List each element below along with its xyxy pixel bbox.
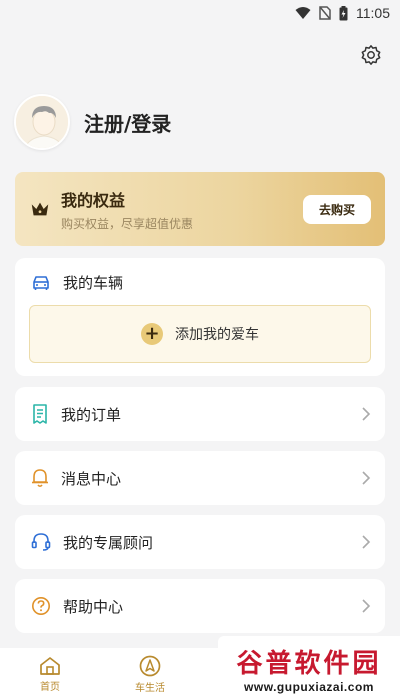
bell-icon [32, 469, 48, 488]
add-car-button[interactable]: + 添加我的爱车 [29, 305, 371, 363]
crown-icon [31, 202, 49, 216]
watermark: 谷普软件园 www.gupuxiazai.com [218, 636, 400, 700]
default-avatar-icon [16, 96, 68, 148]
watermark-title: 谷普软件园 [236, 648, 382, 679]
plus-icon: + [141, 323, 163, 345]
watermark-url: www.gupuxiazai.com [244, 679, 374, 694]
help-circle-icon [32, 597, 50, 615]
nav-item-home[interactable]: 首页 [0, 656, 100, 693]
add-car-label: 添加我的爱车 [175, 327, 259, 343]
menu-label-help: 帮助中心 [63, 597, 124, 616]
benefits-card[interactable]: 我的权益 购买权益，尽享超值优惠 去购买 [15, 172, 385, 246]
chevron-right-icon [362, 599, 371, 613]
login-link[interactable]: 注册/登录 [84, 108, 171, 137]
headset-icon [31, 533, 51, 551]
benefits-subtitle: 购买权益，尽享超值优惠 [61, 216, 194, 231]
home-icon [40, 656, 60, 675]
no-sim-icon [319, 6, 331, 20]
nav-label-car-life: 车生活 [135, 682, 165, 694]
menu-label-messages: 消息中心 [61, 469, 122, 488]
vehicle-title: 我的车辆 [63, 274, 124, 292]
nav-item-car-life[interactable]: 车生活 [100, 655, 200, 694]
chevron-right-icon [362, 535, 371, 549]
menu-label-advisor: 我的专属顾问 [63, 533, 154, 552]
battery-charging-icon [339, 5, 348, 20]
status-time: 11:05 [356, 5, 390, 21]
chevron-right-icon [362, 407, 371, 421]
settings-button[interactable] [360, 44, 382, 66]
vehicle-card: 我的车辆 + 添加我的爱车 [15, 258, 385, 376]
profile-section[interactable]: 注册/登录 [14, 94, 171, 150]
menu-item-advisor[interactable]: 我的专属顾问 [15, 515, 385, 569]
menu-item-orders[interactable]: 我的订单 [15, 387, 385, 441]
avatar[interactable] [14, 94, 70, 150]
buy-button[interactable]: 去购买 [302, 194, 371, 224]
wifi-icon [295, 7, 311, 19]
menu-item-messages[interactable]: 消息中心 [15, 451, 385, 505]
benefits-title: 我的权益 [61, 190, 126, 210]
nav-label-home: 首页 [40, 681, 60, 693]
car-icon [33, 275, 49, 290]
order-receipt-icon [33, 404, 47, 424]
menu-item-help[interactable]: 帮助中心 [15, 579, 385, 633]
status-bar: 11:05 [0, 0, 400, 26]
menu-label-orders: 我的订单 [61, 405, 122, 424]
chevron-right-icon [362, 471, 371, 485]
navigation-compass-icon [139, 655, 161, 676]
gear-icon [361, 45, 381, 65]
